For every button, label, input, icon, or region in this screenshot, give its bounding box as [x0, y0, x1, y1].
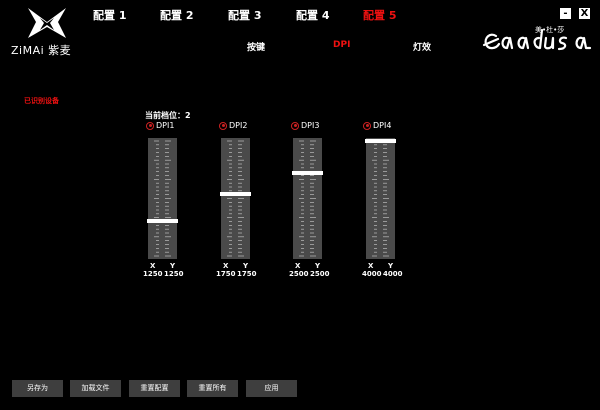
dpi1-y-value: 1250: [164, 270, 184, 278]
tab-lighting[interactable]: 灯效: [413, 40, 431, 53]
profile-tab-1[interactable]: 配置 1: [93, 7, 126, 23]
dpi2-x-label: X: [223, 262, 229, 270]
current-level-label: 当前档位：2: [145, 111, 191, 120]
dpi2-x-value: 1750: [216, 270, 236, 278]
tab-dpi[interactable]: DPI: [333, 40, 350, 50]
load-file-button[interactable]: 加载文件: [70, 380, 121, 397]
dpi4-slider-thumb[interactable]: [365, 139, 396, 143]
dpi2-radio[interactable]: DPI2: [219, 121, 247, 130]
reset-config-button[interactable]: 重置配置: [129, 380, 180, 397]
dpi2-y-label: Y: [243, 262, 249, 270]
profile-tab-2[interactable]: 配置 2: [160, 7, 193, 23]
radio-icon: [291, 121, 299, 130]
dpi2-slider[interactable]: [220, 138, 251, 259]
radio-icon: [146, 121, 154, 130]
dpi4-y-label: Y: [388, 262, 394, 270]
radio-icon: [219, 121, 227, 130]
device-status: 已识别设备: [24, 97, 59, 105]
reset-all-button[interactable]: 重置所有: [187, 380, 238, 397]
slider-scale: [154, 140, 171, 257]
dpi2-y-value: 1750: [237, 270, 257, 278]
profile-tab-3[interactable]: 配置 3: [228, 7, 261, 23]
close-button[interactable]: X: [579, 8, 590, 19]
tab-keys[interactable]: 按键: [247, 40, 265, 53]
dpi4-x-value: 4000: [362, 270, 382, 278]
slider-scale: [372, 140, 389, 257]
dpi4-label: DPI4: [373, 121, 392, 130]
dpi3-radio[interactable]: DPI3: [291, 121, 319, 130]
save-as-button[interactable]: 另存为: [12, 380, 63, 397]
dpi1-x-label: X: [150, 262, 156, 270]
dpi4-x-label: X: [368, 262, 374, 270]
logo-text: ZiMAi 紫麦: [11, 44, 72, 57]
slider-scale: [299, 140, 316, 257]
dpi4-y-value: 4000: [383, 270, 403, 278]
brand-subtitle: 美•杜•莎: [535, 26, 565, 34]
dpi3-y-label: Y: [315, 262, 321, 270]
dpi1-slider[interactable]: [147, 138, 178, 259]
profile-tab-5[interactable]: 配置 5: [363, 7, 396, 23]
apply-button[interactable]: 应用: [246, 380, 297, 397]
dpi3-label: DPI3: [301, 121, 320, 130]
dpi2-slider-thumb[interactable]: [220, 192, 251, 196]
dpi3-y-value: 2500: [310, 270, 330, 278]
dpi1-label: DPI1: [156, 121, 175, 130]
dpi1-x-value: 1250: [143, 270, 163, 278]
dpi4-radio[interactable]: DPI4: [363, 121, 391, 130]
zimai-logo-icon: [28, 8, 66, 38]
dpi2-label: DPI2: [229, 121, 248, 130]
minimize-button[interactable]: -: [560, 8, 571, 19]
dpi3-slider[interactable]: [292, 138, 323, 259]
dpi3-x-value: 2500: [289, 270, 309, 278]
dpi4-slider[interactable]: [365, 138, 396, 259]
dpi1-y-label: Y: [170, 262, 176, 270]
radio-icon: [363, 121, 371, 130]
dpi3-x-label: X: [295, 262, 301, 270]
slider-scale: [227, 140, 244, 257]
dpi1-radio[interactable]: DPI1: [146, 121, 174, 130]
profile-tab-4[interactable]: 配置 4: [296, 7, 329, 23]
dpi1-slider-thumb[interactable]: [147, 219, 178, 223]
dpi3-slider-thumb[interactable]: [292, 171, 323, 175]
